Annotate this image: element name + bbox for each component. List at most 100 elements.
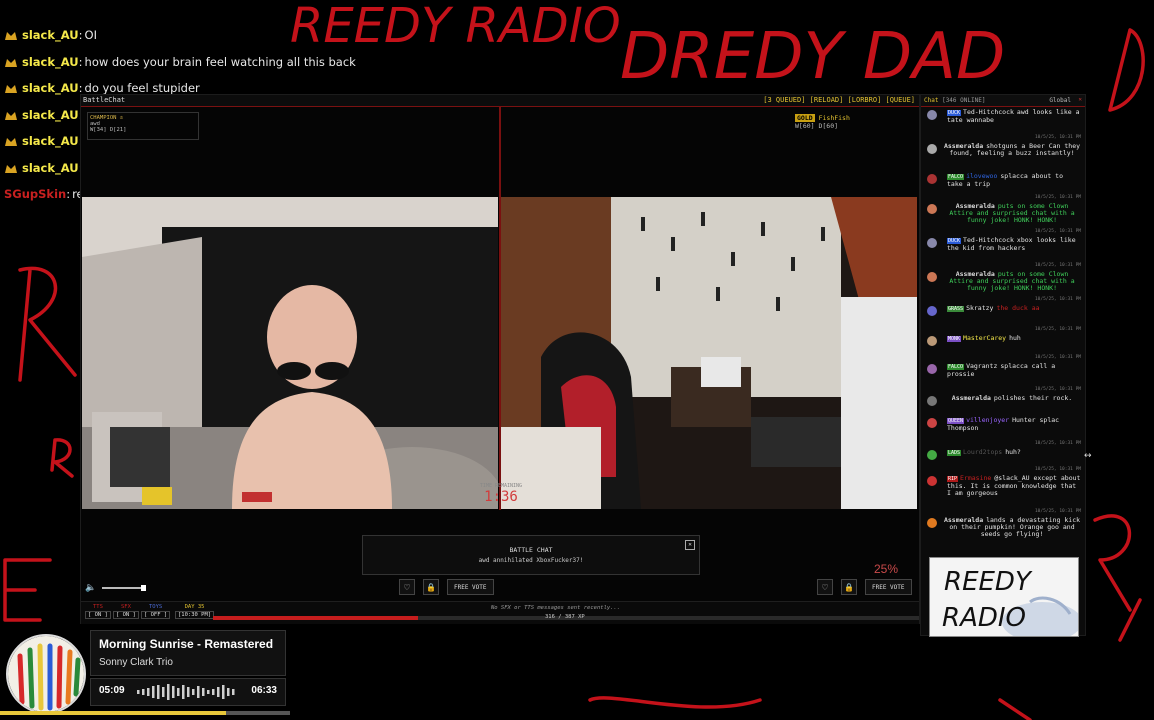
- chat-username[interactable]: Ermasine: [960, 474, 991, 482]
- chat-timestamp: 10/5/25, 10:31 PM: [1034, 297, 1081, 302]
- volume-knob[interactable]: [141, 585, 147, 591]
- online-count: [346 ONLINE]: [942, 97, 986, 104]
- sfx-value: [ ON ]: [113, 611, 139, 619]
- chat-system-message: Assmeralda puts on some Clown Attire and …: [921, 203, 1085, 237]
- overlay-chat-user[interactable]: slack_AU: [22, 134, 79, 148]
- chat-timestamp: 10/5/25, 10:31 PM: [1034, 387, 1081, 392]
- chat-message-body: MONK MasterCarey huh: [947, 335, 1081, 343]
- chat-message-body: DUCK Ted-Hitchcock awd looks like a tate w…: [947, 109, 1081, 124]
- overlay-chat-user[interactable]: slack_AU: [22, 108, 79, 122]
- speaker-icon[interactable]: 🔈: [85, 583, 96, 593]
- right-vote-controls: ♡ 🔒 FREE VOTE: [817, 579, 912, 595]
- champion-card: CHAMPION ♔ awd W[34] D[21]: [87, 112, 199, 140]
- chat-badge-icon: [4, 162, 18, 174]
- chat-badge-icon: [4, 82, 18, 94]
- chat-filter-select[interactable]: Global: [1049, 97, 1071, 104]
- overlay-chat-user[interactable]: slack_AU: [22, 28, 79, 42]
- close-icon[interactable]: ✕: [1078, 96, 1082, 103]
- toys-toggle[interactable]: TOYS [ OFF ]: [141, 604, 171, 619]
- chat-message-body: Assmeralda puts on some Clown Attire and …: [943, 271, 1081, 292]
- heart-icon[interactable]: ♡: [399, 579, 415, 595]
- chat-text: polishes their rock.: [993, 394, 1073, 402]
- chat-system-message: Assmeralda shotguns a Beer Can they found…: [921, 143, 1085, 173]
- overlay-chat-user[interactable]: SGupSkin: [4, 187, 66, 201]
- topbar-queue-controls[interactable]: [3 QUEUED] [RELOAD] [LORBRO] [QUEUE]: [763, 96, 915, 104]
- waveform-bar: [232, 689, 235, 695]
- overlay-chat-user[interactable]: slack_AU: [22, 55, 79, 69]
- overlay-chat-line: slack_AU: OI: [4, 22, 344, 49]
- overlay-chat-user[interactable]: slack_AU: [22, 161, 79, 175]
- overlay-chat-separator: :: [78, 28, 83, 43]
- tts-toggle[interactable]: TTS [ ON ]: [85, 604, 111, 619]
- tts-label: TTS: [92, 604, 103, 610]
- chat-message: DUCK Ted-Hitchcock xbox looks like the kid…: [921, 237, 1085, 271]
- chat-username[interactable]: Ted-Hitchcock: [963, 236, 1014, 244]
- avatar: [927, 396, 937, 406]
- avatar: [927, 364, 937, 374]
- chat-timestamp: 10/5/25, 10:31 PM: [1034, 467, 1081, 472]
- waveform-icon: [137, 684, 235, 700]
- music-widget: Morning Sunrise - Remastered Sonny Clark…: [0, 628, 290, 720]
- waveform-bar: [167, 684, 170, 700]
- chat-username[interactable]: villenjoyer: [966, 416, 1009, 424]
- left-webcam: [82, 197, 498, 509]
- avatar: [927, 518, 937, 528]
- chat-username[interactable]: MasterCarey: [963, 334, 1006, 342]
- chat-message: FALCO ilovewoo splacca about to take a tri…: [921, 173, 1085, 203]
- resize-cursor-icon: ↔: [1084, 451, 1092, 461]
- avatar: [927, 450, 937, 460]
- lock-icon[interactable]: 🔒: [841, 579, 857, 595]
- chat-username[interactable]: Lourd2tops: [963, 448, 1002, 456]
- chat-username[interactable]: Ted-Hitchcock: [963, 108, 1014, 116]
- chat-username[interactable]: Skratzy: [966, 304, 993, 312]
- chat-message-body: Assmeralda shotguns a Beer Can they found…: [943, 143, 1081, 157]
- waveform-bar: [197, 686, 200, 698]
- chat-username[interactable]: Assmeralda: [952, 394, 991, 402]
- chat-timestamp: 10/5/25, 10:31 PM: [1034, 263, 1081, 268]
- waveform-bar: [182, 685, 185, 699]
- chat-message: LADS Lourd2tops huh? 10/5/25, 10:31 PM: [921, 449, 1085, 475]
- chat-username[interactable]: ilovewoo: [966, 172, 997, 180]
- avatar: [927, 144, 937, 154]
- chat-panel: Chat [346 ONLINE] Global ✕ DUCK Ted-Hitch…: [920, 94, 1086, 637]
- chat-badge-icon: [4, 109, 18, 121]
- day-label: DAY 35: [184, 604, 205, 610]
- overlay-chat-text: how does your brain feel watching all th…: [84, 54, 356, 69]
- volume-slider[interactable]: [102, 585, 147, 591]
- sfx-toggle[interactable]: SFX [ ON ]: [113, 604, 139, 619]
- avatar: [927, 174, 937, 184]
- avatar: [927, 238, 937, 248]
- avatar: [927, 336, 937, 346]
- clock-value: [10:30 PM]: [175, 611, 215, 619]
- chat-timestamp: 10/5/25, 10:31 PM: [1034, 229, 1081, 234]
- waveform-bar: [137, 690, 140, 694]
- song-artist: Sonny Clark Trio: [99, 657, 173, 668]
- challenger-stats: W[60] D[60]: [795, 122, 839, 130]
- chat-timestamp: 10/5/25, 10:31 PM: [1034, 509, 1081, 514]
- vote-percent: 25%: [874, 562, 899, 576]
- chat-message-body: FALCO Vagrantz splacca call a prossie: [947, 363, 1081, 378]
- total-time: 06:33: [251, 685, 277, 696]
- avatar: [927, 272, 937, 282]
- heart-icon[interactable]: ♡: [817, 579, 833, 595]
- free-vote-left-button[interactable]: FREE VOTE: [447, 579, 494, 595]
- volume-control[interactable]: 🔈: [85, 583, 147, 593]
- close-icon[interactable]: ✕: [685, 540, 695, 550]
- chat-message: MONK MasterCarey huh 10/5/25, 10:31 PM: [921, 335, 1085, 363]
- timer: TIME REMAINING 1:36: [473, 483, 529, 515]
- overlay-chat-user[interactable]: slack_AU: [22, 81, 79, 95]
- chat-message: QUEEN villenjoyer Hunter splac Thompson 10/…: [921, 417, 1085, 449]
- lock-icon[interactable]: 🔒: [423, 579, 439, 595]
- battle-chat-title: BATTLE CHAT: [509, 546, 553, 554]
- left-vote-controls: ♡ 🔒 FREE VOTE: [399, 579, 494, 595]
- waveform-bar: [152, 686, 155, 698]
- avatar: [927, 110, 937, 120]
- waveform-bar: [142, 689, 145, 695]
- avatar: [927, 306, 937, 316]
- free-vote-right-button[interactable]: FREE VOTE: [865, 579, 912, 595]
- overlay-chat-line: slack_AU: how does your brain feel watchi…: [4, 49, 356, 76]
- chat-username[interactable]: Vagrantz: [966, 362, 997, 370]
- status-message: No SFX or TTS messages sent recently...: [491, 605, 621, 611]
- chat-message-body: RIP Ermasine @slack_AU except about this. …: [947, 475, 1081, 497]
- playback-time: 05:09 06:33: [90, 678, 286, 706]
